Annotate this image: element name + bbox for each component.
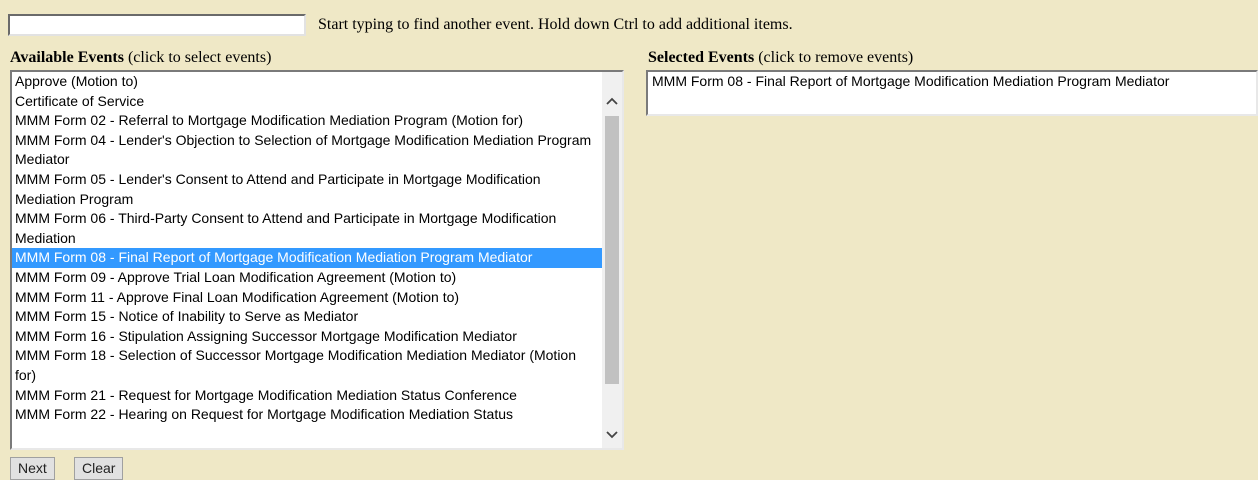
available-events-options: Approve (Motion to) Certificate of Servic… — [12, 72, 602, 448]
selected-events-note: (click to remove events) — [758, 49, 914, 66]
chevron-up-icon — [606, 97, 618, 105]
clear-button[interactable]: Clear — [74, 457, 124, 480]
available-event-option[interactable]: MMM Form 06 - Third-Party Consent to Att… — [12, 209, 602, 248]
chevron-down-icon — [606, 431, 618, 439]
available-events-note: (click to select events) — [127, 49, 272, 66]
available-event-option[interactable]: MMM Form 04 - Lender's Objection to Sele… — [12, 131, 602, 170]
selected-events-title: Selected Events — [648, 49, 755, 66]
available-event-option[interactable]: Certificate of Service — [12, 92, 602, 112]
available-event-option[interactable]: MMM Form 22 - Hearing on Request for Mor… — [12, 405, 602, 425]
selected-events-list[interactable]: MMM Form 08 - Final Report of Mortgage M… — [646, 70, 1258, 116]
selected-event-option[interactable]: MMM Form 08 - Final Report of Mortgage M… — [648, 72, 1256, 91]
available-event-option[interactable]: MMM Form 05 - Lender's Consent to Attend… — [12, 170, 602, 209]
available-event-option[interactable]: Approve (Motion to) — [12, 72, 602, 92]
selected-events-heading: Selected Events (click to remove events) — [648, 48, 913, 68]
available-events-list[interactable]: Approve (Motion to) Certificate of Servic… — [10, 70, 624, 450]
available-events-title: Available Events — [10, 49, 124, 66]
available-event-option[interactable]: MMM Form 18 - Selection of Successor Mor… — [12, 346, 602, 385]
available-event-option[interactable]: MMM Form 02 - Referral to Mortgage Modif… — [12, 111, 602, 131]
available-events-scrollbar[interactable] — [602, 72, 622, 448]
available-event-option[interactable]: MMM Form 09 - Approve Trial Loan Modific… — [12, 268, 602, 288]
available-event-option[interactable]: MMM Form 21 - Request for Mortgage Modif… — [12, 386, 602, 406]
search-hint: Start typing to find another event. Hold… — [318, 16, 793, 33]
available-event-option[interactable]: MMM Form 15 - Notice of Inability to Ser… — [12, 307, 602, 327]
event-search-input[interactable] — [8, 14, 306, 36]
available-event-option[interactable]: MMM Form 08 - Final Report of Mortgage M… — [12, 248, 602, 268]
available-event-option[interactable]: MMM Form 11 - Approve Final Loan Modific… — [12, 288, 602, 308]
scroll-up-button[interactable] — [602, 90, 622, 112]
scroll-down-button[interactable] — [602, 424, 622, 446]
scroll-thumb[interactable] — [605, 116, 619, 384]
available-events-heading: Available Events (click to select events… — [10, 48, 271, 68]
available-event-option[interactable]: MMM Form 16 - Stipulation Assigning Succ… — [12, 327, 602, 347]
next-button[interactable]: Next — [10, 457, 55, 480]
